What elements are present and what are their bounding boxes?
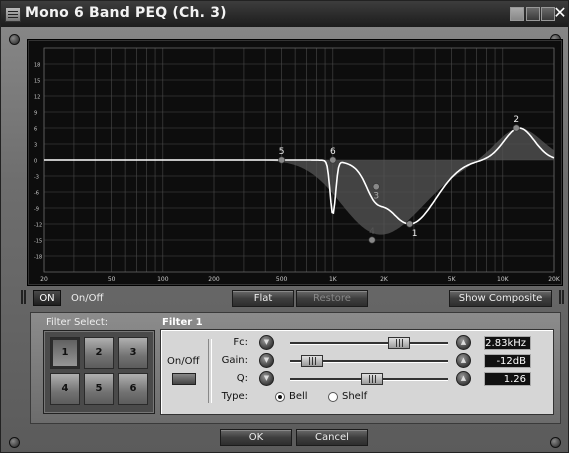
type-label: Type: [221, 391, 248, 402]
pin-icon[interactable] [510, 7, 524, 21]
band-marker-label: 4 [369, 227, 375, 237]
app-icon [5, 7, 21, 22]
band-marker-label: 6 [330, 147, 336, 157]
type-shelf-label: Shelf [342, 391, 368, 402]
fc-up-icon[interactable]: ▲ [456, 335, 471, 350]
eq-graph-panel[interactable]: 18 15 12 9 6 3 0 -3 -6 -9 -12 -15 -18 20 50 100 200 500 1K… [27, 39, 563, 286]
type-bell-radio[interactable] [275, 392, 285, 402]
gain-slider-thumb[interactable] [300, 355, 323, 367]
gain-up-icon[interactable]: ▲ [456, 353, 471, 368]
gain-value[interactable]: -12dB [484, 354, 531, 368]
peq-window: Mono 6 Band PEQ (Ch. 3) ✕ 18 15 12 9 6 3 0 -3 -6… [0, 0, 569, 453]
y-tick-label: -12 [34, 223, 42, 229]
q-slider-thumb[interactable] [360, 373, 383, 385]
y-tick-label: 0 [34, 159, 37, 165]
x-tick-label: 10K [497, 276, 510, 283]
x-tick-label: 200 [208, 276, 220, 283]
screw-icon [550, 437, 561, 448]
q-label: Q: [236, 373, 248, 384]
composite-area [265, 128, 554, 235]
x-tick-label: 500 [276, 276, 288, 283]
title-bar[interactable]: Mono 6 Band PEQ (Ch. 3) ✕ [1, 1, 568, 27]
filter-button-3[interactable]: 3 [118, 337, 148, 369]
q-value[interactable]: 1.26 [484, 372, 531, 386]
y-tick-label: -15 [34, 239, 42, 245]
filter-onoff-toggle[interactable] [172, 373, 196, 385]
y-tick-label: -3 [34, 175, 39, 181]
band-marker-label: 1 [412, 229, 418, 239]
band-marker-label: 2 [513, 115, 519, 125]
y-tick-label: 3 [34, 143, 37, 149]
q-down-icon[interactable]: ▼ [259, 371, 274, 386]
y-tick-label: -9 [34, 207, 39, 213]
y-tick-label: 12 [34, 95, 40, 101]
band-marker [329, 156, 337, 164]
flat-button[interactable]: Flat [232, 290, 294, 307]
power-on-button[interactable]: ON [33, 290, 61, 306]
q-up-icon[interactable]: ▲ [456, 371, 471, 386]
fc-down-icon[interactable]: ▼ [259, 335, 274, 350]
x-tick-label: 20 [40, 276, 48, 283]
filter-button-5[interactable]: 5 [84, 373, 114, 405]
eq-response-graph[interactable]: 1815129630-3-6-9-12-15-1820 50 100 200 500 1K… [28, 40, 562, 285]
gain-label: Gain: [221, 355, 248, 366]
band-marker-label: 3 [373, 192, 379, 202]
filter-select-grid: 1 2 3 4 5 6 [43, 330, 155, 414]
x-tick-label: 2K [380, 276, 389, 283]
filter-button-2[interactable]: 2 [84, 337, 114, 369]
y-tick-label: 6 [34, 127, 37, 133]
band-marker [512, 124, 520, 132]
x-tick-label: 5K [448, 276, 457, 283]
y-tick-label: 18 [34, 63, 40, 69]
filter-onoff-label: On/Off [167, 356, 200, 367]
type-bell-label: Bell [289, 391, 308, 402]
filter-button-1[interactable]: 1 [50, 337, 80, 369]
band-marker [368, 236, 376, 244]
fc-label: Fc: [233, 337, 248, 348]
x-tick-label: 20K [548, 276, 561, 283]
filter-button-6[interactable]: 6 [118, 373, 148, 405]
ok-button[interactable]: OK [220, 429, 292, 446]
filter-button-4[interactable]: 4 [50, 373, 80, 405]
restore-button[interactable]: Restore [296, 290, 368, 307]
x-tick-label: 100 [157, 276, 169, 283]
fc-slider-thumb[interactable] [387, 337, 410, 349]
x-tick-label: 1K [329, 276, 338, 283]
screw-icon [9, 437, 20, 448]
y-tick-label: 9 [34, 111, 37, 117]
band-marker [278, 156, 286, 164]
minimize-button[interactable] [526, 7, 540, 21]
filter-title: Filter 1 [162, 317, 203, 328]
y-tick-label: -6 [34, 191, 39, 197]
x-tick-label: 50 [108, 276, 116, 283]
y-tick-label: -18 [34, 255, 42, 261]
cancel-button[interactable]: Cancel [296, 429, 368, 446]
type-shelf-radio[interactable] [328, 392, 338, 402]
band-marker-label: 5 [279, 147, 285, 157]
onoff-label: On/Off [71, 293, 104, 304]
y-tick-label: 15 [34, 79, 40, 85]
filter-select-label: Filter Select: [46, 317, 109, 328]
show-composite-button[interactable]: Show Composite [449, 290, 552, 307]
band-marker [372, 183, 380, 191]
fc-value[interactable]: 2.83kHz [484, 336, 531, 350]
close-button[interactable]: ✕ [553, 5, 567, 21]
grip-handle [559, 290, 564, 304]
fc-slider-track[interactable] [290, 342, 448, 345]
gain-down-icon[interactable]: ▼ [259, 353, 274, 368]
window-title: Mono 6 Band PEQ (Ch. 3) [25, 5, 227, 21]
grip-handle [21, 290, 26, 304]
screw-icon [9, 34, 20, 45]
band-marker [406, 220, 414, 228]
